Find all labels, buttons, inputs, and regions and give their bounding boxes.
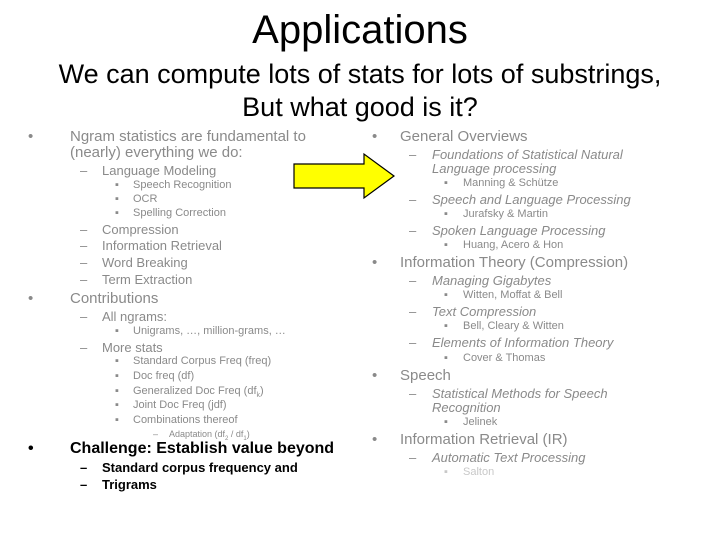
dash-icon: – [80, 222, 88, 237]
book-author: Witten, Moffat & Bell [463, 289, 563, 301]
use-item: Term Extraction [102, 272, 193, 287]
lm-item: Spelling Correction [133, 207, 226, 219]
dash-icon: – [409, 450, 417, 465]
dash-icon: – [80, 340, 88, 355]
challenge-item: Standard corpus frequency and [102, 460, 298, 475]
stats-item: Doc freq (df) [133, 370, 195, 382]
stats-item: Joint Doc Freq (jdf) [133, 399, 227, 411]
all-ngrams: All ngrams: [102, 309, 168, 324]
adaptation-text: Adaptation (df [169, 429, 226, 439]
dash-icon: – [80, 477, 88, 492]
book-title: Speech and Language Processing [432, 192, 631, 207]
challenge-item: Trigrams [102, 477, 157, 492]
book-author: Cover & Thomas [463, 352, 546, 364]
book-title: Text Compression [432, 304, 537, 319]
bullet-icon: • [28, 290, 34, 307]
dash-icon: – [409, 192, 417, 207]
stats-item: Standard Corpus Freq (freq) [133, 355, 272, 367]
bullet-icon: • [372, 367, 378, 384]
challenge: Challenge: Establish value beyond [70, 440, 335, 457]
all-ngrams-item: Unigrams, …, million-grams, … [133, 325, 286, 337]
subtitle-line-2: But what good is it? [242, 92, 478, 122]
subtitle-line-1: We can compute lots of stats for lots of… [58, 59, 662, 89]
lm-item: Speech Recognition [133, 179, 232, 191]
use-item: Compression [102, 222, 179, 237]
use-item: Information Retrieval [102, 238, 222, 253]
square-bullet-icon: ▪ [115, 179, 119, 191]
stats-item: Combinations thereof [133, 414, 238, 426]
dash-icon: – [153, 429, 159, 439]
square-bullet-icon: ▪ [444, 208, 448, 220]
book-title: Automatic Text Processing [432, 450, 586, 465]
ngram-line-2: (nearly) everything we do: [70, 144, 243, 161]
dash-icon: – [409, 304, 417, 319]
info-theory: Information Theory (Compression) [400, 254, 629, 271]
square-bullet-icon: ▪ [444, 466, 448, 478]
square-bullet-icon: ▪ [115, 355, 119, 367]
book-title: Spoken Language Processing [432, 223, 606, 238]
dash-icon: – [80, 309, 88, 324]
square-bullet-icon: ▪ [115, 207, 119, 219]
slide-title: Applications [252, 8, 468, 52]
general-overviews: General Overviews [400, 128, 528, 145]
square-bullet-icon: ▪ [115, 385, 119, 397]
adaptation-mid: / df [228, 429, 244, 439]
square-bullet-icon: ▪ [444, 320, 448, 332]
bullet-icon: • [372, 128, 378, 145]
more-stats: More stats [102, 340, 163, 355]
speech: Speech [400, 367, 451, 384]
dash-icon: – [80, 238, 88, 253]
book-author: Bell, Cleary & Witten [463, 320, 564, 332]
dash-icon: – [409, 223, 417, 238]
square-bullet-icon: ▪ [444, 416, 448, 428]
bullet-icon: • [372, 431, 378, 448]
language-modeling: Language Modeling [102, 163, 217, 178]
paren: ) [246, 429, 250, 439]
book-author: Jurafsky & Martin [463, 208, 548, 220]
book-author: Jelinek [463, 416, 498, 428]
square-bullet-icon: ▪ [115, 325, 119, 337]
stats-item-text: Generalized Doc Freq (df [133, 385, 257, 397]
dash-icon: – [80, 272, 88, 287]
square-bullet-icon: ▪ [444, 352, 448, 364]
square-bullet-icon: ▪ [115, 370, 119, 382]
book-author: Huang, Acero & Hon [463, 239, 564, 251]
book-title: Managing Gigabytes [432, 273, 552, 288]
bullet-icon: • [372, 254, 378, 271]
dash-icon: – [80, 163, 88, 178]
square-bullet-icon: ▪ [444, 177, 448, 189]
book-title: Statistical Methods for Speech [432, 386, 608, 401]
ngram-line-1: Ngram statistics are fundamental to [70, 128, 306, 145]
square-bullet-icon: ▪ [115, 414, 119, 426]
paren: ) [260, 385, 264, 397]
dash-icon: – [409, 147, 417, 162]
book-author: Salton [463, 466, 495, 478]
square-bullet-icon: ▪ [115, 399, 119, 411]
square-bullet-icon: ▪ [115, 193, 119, 205]
book-title: Language processing [432, 161, 557, 176]
dash-icon: – [80, 255, 88, 270]
use-item: Word Breaking [102, 255, 188, 270]
square-bullet-icon: ▪ [444, 239, 448, 251]
lm-item: OCR [133, 193, 158, 205]
dash-icon: – [409, 386, 417, 401]
square-bullet-icon: ▪ [444, 289, 448, 301]
contributions: Contributions [70, 290, 159, 307]
stats-item-gen-df: Generalized Doc Freq (dfk) [133, 385, 264, 399]
arrow-right-icon [293, 152, 396, 200]
dash-icon: – [409, 273, 417, 288]
book-author: Manning & Schütze [463, 177, 559, 189]
dash-icon: – [409, 335, 417, 350]
bullet-icon: • [28, 440, 34, 457]
dash-icon: – [80, 460, 88, 475]
book-title: Foundations of Statistical Natural [432, 147, 623, 162]
book-title: Elements of Information Theory [432, 335, 614, 350]
ir: Information Retrieval (IR) [400, 431, 568, 448]
book-title: Recognition [432, 400, 501, 415]
bullet-icon: • [28, 128, 34, 145]
